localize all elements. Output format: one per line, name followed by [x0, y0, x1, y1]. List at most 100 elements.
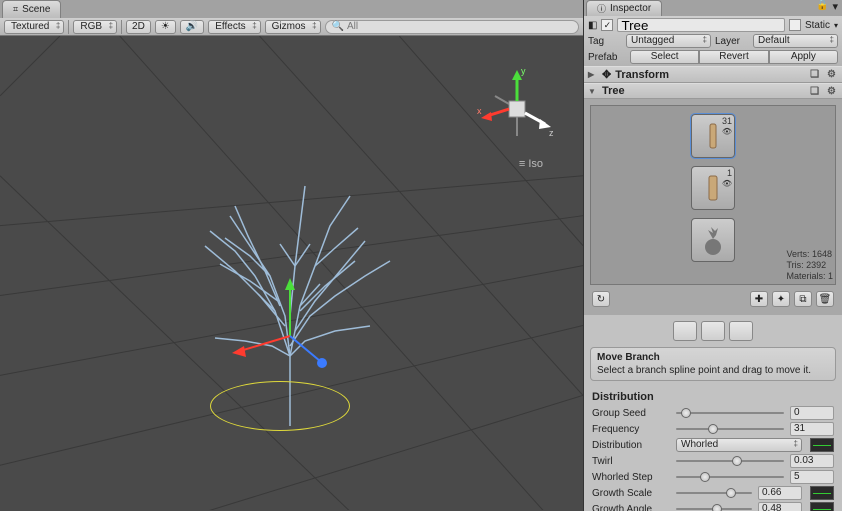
property-row: Whorled Step 5	[584, 469, 842, 485]
layer-dropdown[interactable]: Default	[753, 34, 838, 48]
transform-component-header[interactable]: ▶ ✥ Transform ❏ ⚙	[584, 66, 842, 83]
property-value[interactable]: 0.03	[790, 454, 834, 468]
property-row: Frequency 31	[584, 421, 842, 437]
panel-menu-icon[interactable]: ▾	[828, 0, 842, 16]
property-row: Growth Scale 0.66	[584, 485, 842, 501]
hint-body: Select a branch spline point and drag to…	[597, 365, 829, 376]
scene-panel: ⌗ Scene Textured RGB 2D ☀ 🔊 Effects Gizm…	[0, 0, 584, 511]
shading-dropdown[interactable]: Textured	[4, 20, 64, 34]
static-label: Static	[805, 20, 830, 31]
tree-hierarchy-editor: 31 👁 1 👁 Verts: 1648 Tris: 2392 Material…	[584, 99, 842, 315]
static-checkbox[interactable]	[789, 19, 801, 31]
property-label: Growth Scale	[592, 488, 670, 499]
duplicate-button[interactable]: ⧉	[794, 291, 812, 307]
curve-preview[interactable]	[810, 486, 834, 500]
lighting-toggle[interactable]: ☀	[155, 20, 176, 34]
property-value[interactable]: 31	[790, 422, 834, 436]
projection-label[interactable]: ≡ Iso	[519, 158, 543, 170]
hint-box: Move Branch Select a branch spline point…	[590, 347, 836, 381]
search-placeholder: All	[347, 21, 358, 32]
axis-z-label: z	[549, 128, 554, 138]
add-branch-button[interactable]: ✦	[772, 291, 790, 307]
lock-icon[interactable]: 🔒	[816, 0, 828, 16]
chevron-down-icon: ▼	[588, 87, 598, 96]
separator	[68, 20, 69, 34]
property-row: Growth Angle 0.48	[584, 501, 842, 511]
name-field[interactable]	[617, 18, 785, 32]
freehand-mode-button[interactable]	[729, 321, 753, 341]
property-row: Twirl0.03	[584, 453, 842, 469]
gear-icon[interactable]: ⚙	[825, 69, 838, 80]
visibility-icon[interactable]: 👁	[722, 127, 732, 136]
gear-icon[interactable]: ⚙	[825, 86, 838, 97]
property-value[interactable]: 0.66	[758, 486, 802, 500]
scene-icon: ⌗	[13, 4, 18, 15]
property-slider[interactable]	[676, 455, 784, 467]
tab-inspector[interactable]: ⓘ Inspector	[586, 0, 662, 16]
property-label: Frequency	[592, 424, 670, 435]
tab-scene[interactable]: ⌗ Scene	[2, 0, 61, 18]
property-label: Growth Angle	[592, 504, 670, 511]
property-slider[interactable]	[676, 487, 752, 499]
distribution-properties: Group Seed 0 Frequency 31 Distribution Whorle…	[584, 405, 842, 511]
tag-label: Tag	[588, 36, 622, 47]
enabled-checkbox[interactable]: ✓	[601, 19, 613, 31]
tree-component-header[interactable]: ▼ Tree ❏ ⚙	[584, 83, 842, 99]
property-slider[interactable]	[676, 423, 784, 435]
effects-dropdown[interactable]: Effects	[208, 20, 260, 34]
property-value[interactable]: 0.48	[758, 502, 802, 511]
property-slider[interactable]	[676, 471, 784, 483]
property-label: Whorled Step	[592, 472, 670, 483]
property-value[interactable]: 5	[790, 470, 834, 484]
search-input[interactable]: 🔍 All	[325, 20, 579, 34]
tab-label: Scene	[22, 4, 50, 15]
rotate-mode-button[interactable]	[701, 321, 725, 341]
hint-title: Move Branch	[597, 352, 829, 363]
orientation-gizmo[interactable]: y x z	[477, 66, 557, 156]
tree-node-toolbar: ↻ ✚ ✦ ⧉ 🗑	[590, 289, 836, 309]
prefab-apply-button[interactable]: Apply	[769, 50, 838, 64]
chevron-right-icon: ▶	[588, 70, 598, 79]
prefab-revert-button[interactable]: Revert	[699, 50, 768, 64]
tree-stats: Verts: 1648 Tris: 2392 Materials: 1	[786, 249, 833, 282]
distribution-dropdown[interactable]: Whorled	[676, 438, 802, 452]
prefab-label: Prefab	[588, 52, 626, 63]
add-leaf-button[interactable]: ✚	[750, 291, 768, 307]
iso-icon: ≡	[519, 158, 525, 170]
axis-y-label: y	[521, 66, 526, 76]
scene-viewport[interactable]: y x z ≡ Iso	[0, 36, 583, 511]
property-slider[interactable]	[676, 503, 752, 511]
property-value[interactable]: 0	[790, 406, 834, 420]
selection-ellipse	[210, 381, 350, 431]
layer-label: Layer	[715, 36, 749, 47]
trunk-group-node[interactable]: 1 👁	[691, 166, 735, 210]
property-label: Group Seed	[592, 408, 670, 419]
render-mode-dropdown[interactable]: RGB	[73, 20, 117, 34]
branch-group-node[interactable]: 31 👁	[691, 114, 735, 158]
root-node[interactable]	[691, 218, 735, 262]
refresh-button[interactable]: ↻	[592, 291, 610, 307]
gizmos-dropdown[interactable]: Gizmos	[265, 20, 321, 34]
curve-preview[interactable]	[810, 502, 834, 511]
static-dropdown-icon[interactable]: ▾	[834, 21, 838, 30]
property-slider[interactable]	[676, 407, 784, 419]
transform-icon: ✥	[602, 68, 611, 81]
scene-tab-row: ⌗ Scene	[0, 0, 583, 18]
inspector-header: ◧ ✓ Static ▾ Tag Untagged Layer Default …	[584, 16, 842, 66]
gameobject-icon: ◧	[588, 20, 597, 31]
inspector-icon: ⓘ	[597, 2, 606, 15]
scene-toolbar: Textured RGB 2D ☀ 🔊 Effects Gizmos 🔍 All	[0, 18, 583, 36]
help-icon[interactable]: ❏	[808, 86, 821, 97]
help-icon[interactable]: ❏	[808, 69, 821, 80]
prefab-select-button[interactable]: Select	[630, 50, 699, 64]
visibility-icon[interactable]: 👁	[722, 179, 732, 188]
move-mode-button[interactable]	[673, 321, 697, 341]
property-row: Distribution Whorled	[584, 437, 842, 453]
property-label: Distribution	[592, 440, 670, 451]
tag-dropdown[interactable]: Untagged	[626, 34, 711, 48]
view-2d-toggle[interactable]: 2D	[126, 20, 151, 34]
delete-button[interactable]: 🗑	[816, 291, 834, 307]
curve-preview[interactable]	[810, 438, 834, 452]
audio-toggle[interactable]: 🔊	[180, 20, 204, 34]
tree-node-graph[interactable]: 31 👁 1 👁 Verts: 1648 Tris: 2392 Material…	[590, 105, 836, 285]
